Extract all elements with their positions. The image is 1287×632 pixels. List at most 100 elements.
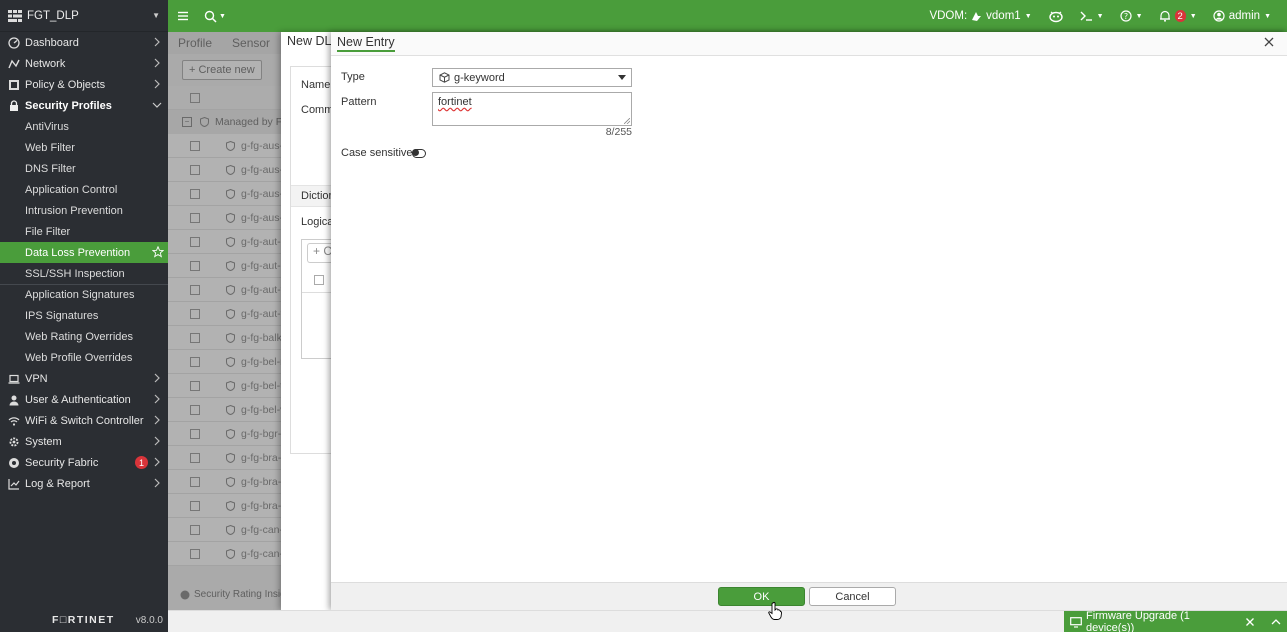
nav-item-vpn[interactable]: VPN: [0, 368, 168, 389]
vdom-icon: [972, 11, 982, 21]
nav-item-security-fabric[interactable]: Security Fabric 1: [0, 452, 168, 473]
sub-item-web-filter[interactable]: Web Filter: [0, 137, 168, 158]
vdom-selector[interactable]: VDOM: vdom1 ▼: [929, 10, 1031, 22]
chevron-right-icon: [154, 478, 160, 488]
sub-item-web-rating-overrides[interactable]: Web Rating Overrides: [0, 326, 168, 347]
sub-label: SSL/SSH Inspection: [25, 267, 125, 280]
sub-label: Intrusion Prevention: [25, 204, 123, 217]
chevron-down-icon: [152, 102, 162, 108]
close-icon[interactable]: [1263, 36, 1275, 48]
nav-item-log-report[interactable]: Log & Report: [0, 473, 168, 494]
sub-label: AntiVirus: [25, 120, 69, 133]
search-menu[interactable]: ▼: [204, 10, 226, 23]
nav-label: Network: [25, 57, 66, 70]
sub-item-data-loss-prevention[interactable]: Data Loss Prevention: [0, 242, 168, 263]
type-value: g-keyword: [454, 71, 505, 84]
sub-item-dns-filter[interactable]: DNS Filter: [0, 158, 168, 179]
sub-item-file-filter[interactable]: File Filter: [0, 221, 168, 242]
chart-icon: [8, 478, 20, 490]
chevron-right-icon: [154, 373, 160, 383]
svg-text:?: ?: [1123, 12, 1127, 21]
sub-item-intrusion-prevention[interactable]: Intrusion Prevention: [0, 200, 168, 221]
top-bar: ▼ VDOM: vdom1 ▼ ▼ ? ▼ 2 ▼ admin ▼: [168, 0, 1287, 32]
chevron-right-icon: [154, 394, 160, 404]
nav-label: Dashboard: [25, 36, 79, 49]
nav-item-network[interactable]: Network: [0, 53, 168, 74]
laptop-icon: [8, 374, 20, 384]
lock-icon: [10, 99, 18, 111]
nav-item-dashboard[interactable]: Dashboard: [0, 32, 168, 53]
chevron-down-icon: ▼: [1135, 12, 1143, 20]
type-label: Type: [341, 71, 365, 83]
hand-cursor-icon: [768, 602, 782, 620]
fortigate-logo-icon: [8, 9, 22, 22]
sub-label: Web Filter: [25, 141, 75, 154]
entry-checkbox[interactable]: [314, 275, 324, 285]
nav-label: Policy & Objects: [25, 78, 106, 91]
device-selector[interactable]: FGT_DLP ▼: [0, 0, 168, 32]
ok-button[interactable]: OK: [718, 587, 805, 606]
chevron-down-icon: ▼: [1024, 12, 1032, 20]
chevron-down-icon: ▼: [1189, 12, 1197, 20]
topbar-right: VDOM: vdom1 ▼ ▼ ? ▼ 2 ▼ admin ▼: [929, 9, 1287, 23]
nav-label: Security Fabric: [25, 456, 99, 469]
pattern-label: Pattern: [341, 96, 377, 108]
pattern-char-count: 8/255: [605, 126, 632, 138]
sub-item-ips-signatures[interactable]: IPS Signatures: [0, 305, 168, 326]
firmware-label: Firmware Upgrade (1 device(s)): [1085, 610, 1190, 632]
panel-title: New Entry: [337, 35, 395, 52]
notifications-menu[interactable]: 2 ▼: [1159, 10, 1197, 22]
close-icon[interactable]: [1245, 617, 1255, 627]
resize-handle-icon[interactable]: [624, 118, 630, 124]
case-sensitive-toggle[interactable]: [412, 149, 426, 158]
status-bar: Firmware Upgrade (1 device(s)): [168, 610, 1287, 632]
chevron-right-icon: [154, 415, 160, 425]
sub-label: Data Loss Prevention: [25, 246, 131, 259]
vdom-label: VDOM:: [929, 10, 968, 22]
chevron-down-icon: ▼: [1264, 12, 1271, 20]
sub-item-ssl-ssh-inspection[interactable]: SSL/SSH Inspection: [0, 263, 168, 284]
user-menu[interactable]: admin ▼: [1213, 10, 1271, 22]
user-circle-icon: [1213, 10, 1225, 22]
sidebar: FGT_DLP ▼ Dashboard Network Policy & Obj…: [0, 0, 168, 632]
sub-item-application-control[interactable]: Application Control: [0, 179, 168, 200]
cube-icon: [439, 72, 450, 83]
sub-item-application-signatures[interactable]: Application Signatures: [0, 284, 168, 305]
search-icon: [204, 10, 217, 23]
chevron-right-icon: [154, 457, 160, 467]
nav-label: Security Profiles: [25, 99, 112, 112]
nav-label: Log & Report: [25, 477, 90, 490]
dictionary-label: Diction: [301, 190, 335, 202]
sub-label: DNS Filter: [25, 162, 76, 175]
hamburger-menu-icon[interactable]: [176, 9, 190, 23]
nav-item-wifi-switch[interactable]: WiFi & Switch Controller: [0, 410, 168, 431]
star-icon[interactable]: [152, 246, 164, 258]
firmware-upgrade-notice[interactable]: Firmware Upgrade (1 device(s)): [1064, 610, 1287, 632]
pattern-textarea[interactable]: fortinet: [432, 92, 632, 126]
panel-footer: OK Cancel: [331, 582, 1287, 610]
cli-console-menu[interactable]: ▼: [1080, 10, 1104, 22]
nav-list: Dashboard Network Policy & Objects Secur…: [0, 32, 168, 494]
notification-badge: 1: [135, 456, 148, 469]
version-label: v8.0.0: [135, 614, 163, 626]
nav-item-user-authentication[interactable]: User & Authentication: [0, 389, 168, 410]
fabric-icon: [9, 457, 19, 468]
nav-item-security-profiles[interactable]: Security Profiles: [0, 95, 168, 116]
nav-item-policy-objects[interactable]: Policy & Objects: [0, 74, 168, 95]
chevron-right-icon: [154, 37, 160, 47]
sub-item-web-profile-overrides[interactable]: Web Profile Overrides: [0, 347, 168, 368]
sub-label: Web Profile Overrides: [25, 351, 133, 364]
terminal-icon: [1080, 11, 1092, 21]
nav-item-system[interactable]: System: [0, 431, 168, 452]
sidebar-footer: F□RTINET v8.0.0: [0, 608, 168, 632]
type-select[interactable]: g-keyword: [432, 68, 632, 87]
help-menu[interactable]: ? ▼: [1119, 10, 1143, 22]
sub-item-antivirus[interactable]: AntiVirus: [0, 116, 168, 137]
bell-icon: [1159, 10, 1170, 22]
cancel-button[interactable]: Cancel: [809, 587, 896, 606]
chevron-up-icon[interactable]: [1271, 617, 1281, 627]
sub-label: IPS Signatures: [25, 309, 99, 322]
policy-icon: [9, 79, 19, 90]
alerts-badge: 2: [1174, 10, 1186, 22]
fortigate-cloud-icon[interactable]: [1048, 9, 1064, 23]
